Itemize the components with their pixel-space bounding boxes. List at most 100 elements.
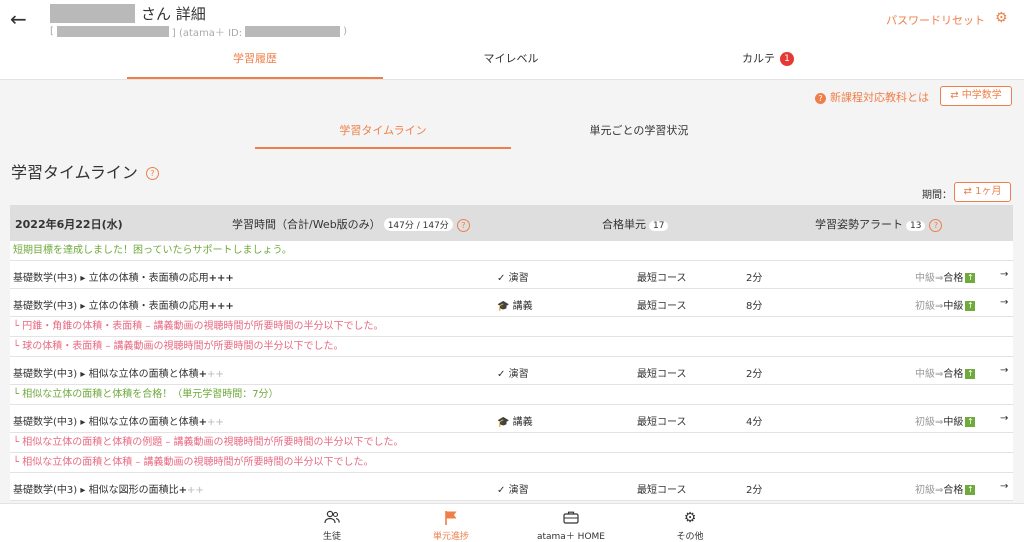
subject-label: 中学数学 [961, 90, 1002, 101]
table-row[interactable]: 基礎数学(中3) ▸ 相似な図形の面積比+++ ✓ 演習 最短コース 2分 初級… [10, 473, 1013, 501]
arrow-right-icon[interactable]: → [1000, 413, 1008, 424]
nav-unit-progress[interactable]: 単元進捗 [401, 510, 501, 542]
study-minutes: 8分 [746, 301, 763, 312]
arrow-up-icon: ↑ [965, 273, 976, 283]
lecture-alert-note: └ 相似な立体の面積と体積 – 講義動画の視聴時間が所要時間の半分以下でした。 [10, 453, 1013, 473]
check-icon: ✓ [497, 369, 506, 380]
unit-title: 基礎数学(中3) ▸ 相似な図形の面積比+++ [13, 481, 204, 496]
arrow-right-icon[interactable]: → [1000, 481, 1008, 492]
level-change: 初級⇒中級 ↑ [915, 301, 976, 312]
period-value: 1ヶ月 [975, 186, 1002, 197]
bottom-nav: 生徒 単元進捗 atama＋ HOME ⚙ その他 [0, 503, 1024, 542]
tab-karte[interactable]: カルテ 1 [640, 44, 896, 79]
lecture-alert-note: └ 球の体積・表面積 – 講義動画の視聴時間が所要時間の半分以下でした。 [10, 337, 1013, 357]
passed-units-value: 17 [649, 221, 669, 231]
nav-label: 生徒 [322, 532, 341, 542]
tab-label: 学習履歴 [233, 52, 277, 65]
goal-achieved-notice: 短期目標を達成しました！困っていたらサポートしましょう。 [10, 241, 1013, 261]
arrow-right-icon[interactable]: → [1000, 269, 1008, 280]
course-name: 基礎数学(中3) [13, 485, 78, 496]
nav-students[interactable]: 生徒 [282, 510, 382, 542]
masked-student-name [50, 4, 135, 23]
attitude-alert-label: 学習姿勢アラート [815, 218, 903, 231]
course-name: 基礎数学(中3) [13, 301, 78, 312]
table-row[interactable]: 基礎数学(中3) ▸ 相似な立体の面積と体積+++ ✓ 演習 最短コース 2分 … [10, 357, 1013, 385]
tab-label: カルテ [742, 52, 775, 65]
level-to: 合格 [943, 273, 964, 284]
briefcase-icon [521, 510, 621, 526]
level-plus-active: + [198, 417, 207, 428]
arrow-up-icon: ↑ [965, 369, 976, 379]
arrow-right-icon[interactable]: → [1000, 297, 1008, 308]
nav-label: その他 [676, 532, 704, 542]
level-to: 中級 [943, 301, 964, 312]
level-change: 中級⇒合格 ↑ [915, 369, 976, 380]
subtab-unit-status[interactable]: 単元ごとの学習状況 [511, 119, 767, 149]
id-label: ] (atama＋ ID: [171, 28, 243, 39]
unit-name: 相似な立体の面積と体積 [88, 369, 199, 380]
tab-learning-history[interactable]: 学習履歴 [127, 44, 383, 79]
route: 最短コース [637, 485, 687, 496]
arrow-left-icon[interactable]: ← [10, 7, 27, 31]
study-type-label: 演習 [508, 485, 529, 496]
table-row[interactable]: 基礎数学(中3) ▸ 立体の体積・表面積の応用+++ 🎓 講義 最短コース 8分… [10, 289, 1013, 317]
study-time-label: 学習時間（合計/Web版のみ） [232, 218, 381, 231]
student-id-line: [ ] (atama＋ ID: ) [50, 24, 347, 39]
help-icon[interactable]: ? [929, 218, 943, 232]
period-button[interactable]: ⇄ 1ヶ月 [954, 182, 1011, 202]
masked-login-id [56, 26, 169, 37]
unit-name: 立体の体積・表面積の応用 [88, 301, 209, 312]
help-icon[interactable]: ? [456, 218, 470, 232]
id-close: ) [343, 26, 348, 37]
course-name: 基礎数学(中3) [13, 369, 78, 380]
passed-units-summary: 合格単元 17 [602, 216, 669, 232]
level-to: 中級 [943, 417, 964, 428]
tab-label: マイレベル [483, 52, 539, 65]
help-icon[interactable]: ? [145, 167, 159, 180]
route: 最短コース [637, 417, 687, 428]
password-reset-link[interactable]: パスワードリセット [886, 12, 985, 28]
nav-others[interactable]: ⚙ その他 [640, 510, 740, 542]
subject-switch-button[interactable]: ⇄ 中学数学 [940, 86, 1012, 106]
study-minutes: 4分 [746, 417, 763, 428]
subtab-label: 学習タイムライン [339, 124, 427, 137]
caret-right-icon: ▸ [80, 485, 86, 496]
student-name-line: さん 詳細 [50, 3, 206, 24]
study-type: ✓ 演習 [497, 365, 529, 380]
level-to: 合格 [943, 485, 964, 496]
day-date: 2022年6月22日(水) [15, 218, 123, 231]
passed-units-label: 合格単元 [602, 218, 646, 231]
unit-name: 立体の体積・表面積の応用 [88, 273, 209, 284]
new-curriculum-link[interactable]: ? 新課程対応教科とは [815, 89, 929, 105]
check-icon: ✓ [497, 273, 506, 284]
route: 最短コース [637, 369, 687, 380]
level-plus-inactive: ++ [186, 485, 204, 496]
subtab-timeline[interactable]: 学習タイムライン [255, 119, 511, 149]
main-tabs: 学習履歴 マイレベル カルテ 1 [0, 44, 1024, 80]
sub-tabs: 学習タイムライン 単元ごとの学習状況 [255, 119, 767, 149]
level-from: 初級 [915, 417, 935, 428]
tab-my-level[interactable]: マイレベル [383, 44, 639, 79]
arrow-right-icon[interactable]: → [1000, 365, 1008, 376]
app-header: ← さん 詳細 [ ] (atama＋ ID: ) パスワードリセット ⚙ 学習… [0, 0, 1024, 80]
arrow-up-icon: ↑ [965, 417, 976, 427]
unit-title: 基礎数学(中3) ▸ 相似な立体の面積と体積+++ [13, 413, 224, 428]
gear-icon[interactable]: ⚙ [995, 10, 1008, 26]
table-row[interactable]: 基礎数学(中3) ▸ 立体の体積・表面積の応用+++ ✓ 演習 最短コース 2分… [10, 261, 1013, 289]
nav-atama-home[interactable]: atama＋ HOME [521, 510, 621, 542]
notification-badge: 1 [780, 52, 794, 66]
check-icon: ✓ [497, 485, 506, 496]
level-from: 初級 [915, 485, 935, 496]
caret-right-icon: ▸ [80, 369, 86, 380]
study-time-summary: 学習時間（合計/Web版のみ） 147分 / 147分? [232, 216, 470, 232]
arrow-up-icon: ↑ [965, 485, 976, 495]
swap-icon: ⇄ [950, 90, 959, 101]
swap-icon: ⇄ [963, 186, 972, 197]
table-row[interactable]: 基礎数学(中3) ▸ 相似な立体の面積と体積+++ 🎓 講義 最短コース 4分 … [10, 405, 1013, 433]
unit-name: 相似な図形の面積比 [88, 485, 179, 496]
study-minutes: 2分 [746, 485, 763, 496]
subtab-label: 単元ごとの学習状況 [589, 124, 689, 137]
level-from: 中級 [915, 369, 935, 380]
level-plus-active: +++ [208, 301, 234, 312]
day-header: 2022年6月22日(水) 学習時間（合計/Web版のみ） 147分 / 147分… [10, 205, 1013, 241]
